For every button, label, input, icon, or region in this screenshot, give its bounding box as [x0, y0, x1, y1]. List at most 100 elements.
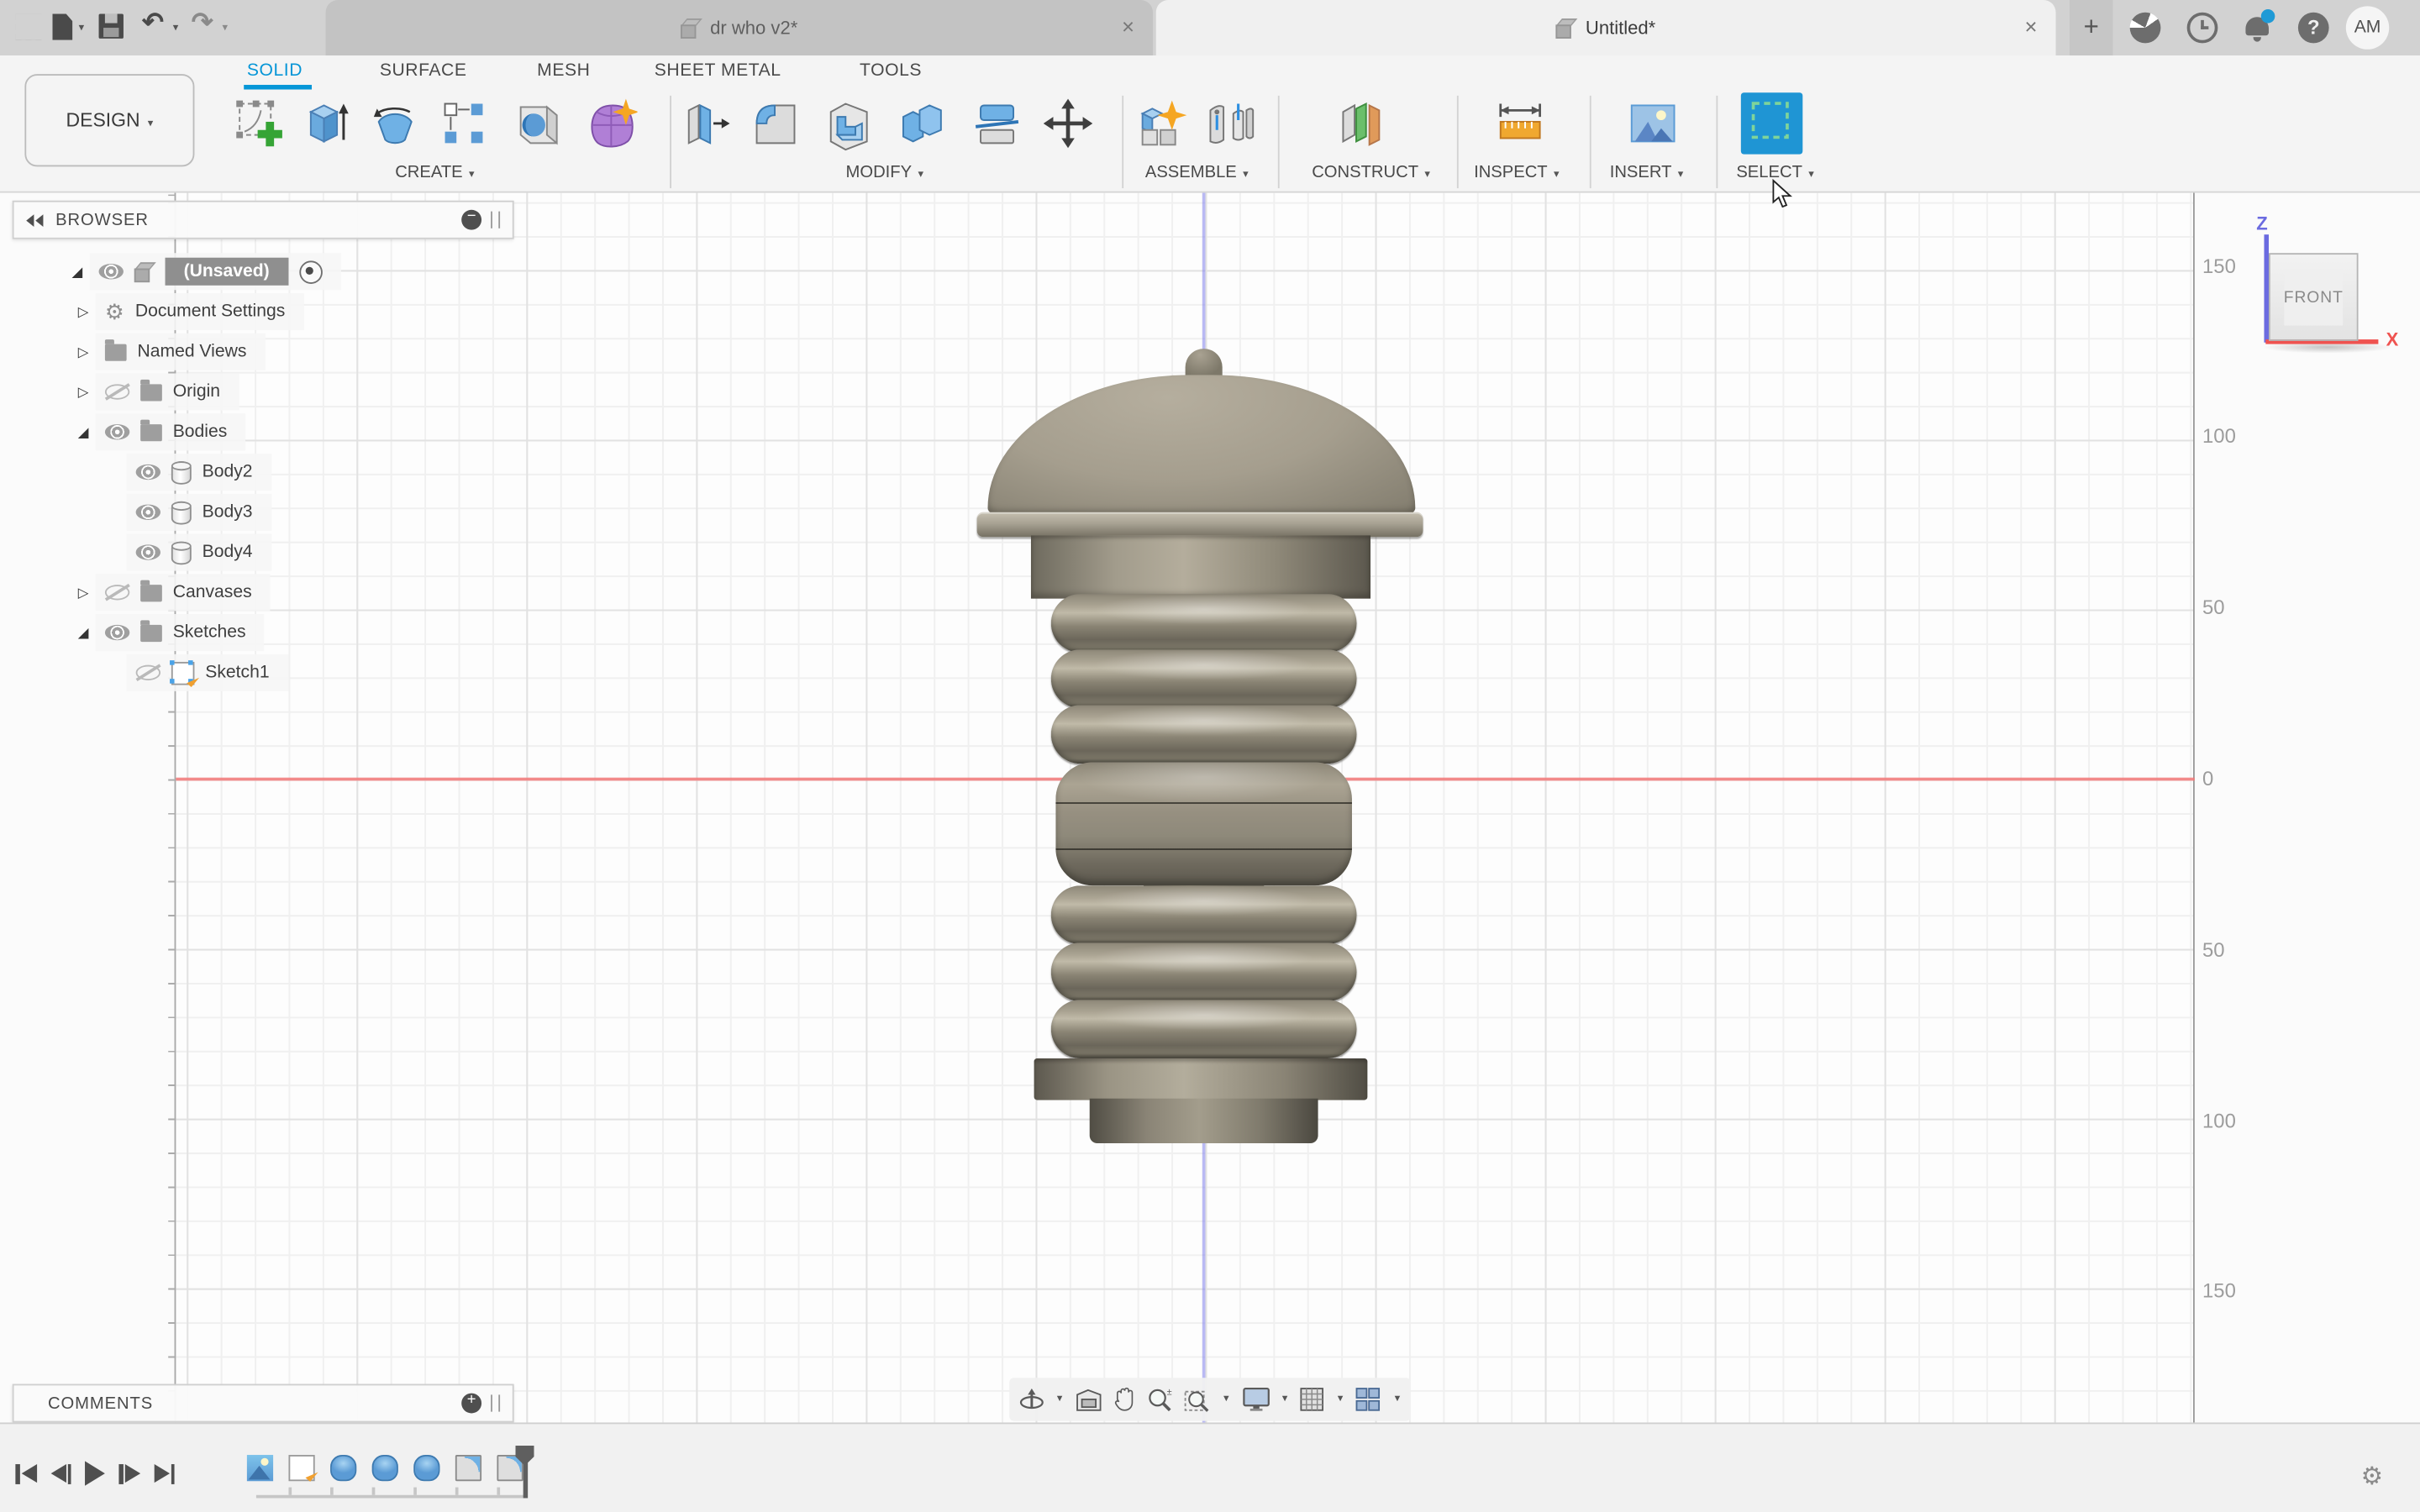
timeline-revolve-feature[interactable]	[372, 1455, 398, 1481]
browser-header[interactable]: BROWSER	[13, 201, 514, 239]
measure-button[interactable]	[1494, 96, 1546, 151]
add-comment-icon[interactable]	[461, 1394, 481, 1414]
construct-plane-button[interactable]	[1337, 96, 1389, 151]
timeline-revolve-feature[interactable]	[330, 1455, 356, 1481]
viewports-icon[interactable]	[1355, 1387, 1381, 1411]
model-barrel[interactable]	[1055, 762, 1352, 885]
visibility-eye-icon[interactable]	[136, 505, 160, 520]
step-back-button[interactable]	[50, 1463, 71, 1483]
pan-hand-icon[interactable]	[1112, 1387, 1135, 1411]
document-tab-active[interactable]: Untitled* ×	[1156, 0, 2056, 55]
grid-settings-icon[interactable]	[1300, 1387, 1324, 1411]
group-label-assemble[interactable]: ASSEMBLE	[1145, 164, 1249, 182]
tree-row-named-views[interactable]: ▷ Named Views	[74, 332, 513, 372]
visibility-eye-icon[interactable]	[136, 544, 160, 559]
tree-row-label[interactable]: Sketches	[173, 623, 246, 642]
collapsed-icon[interactable]: ▷	[74, 584, 92, 601]
expanded-icon[interactable]: ◢	[74, 423, 92, 440]
timeline-canvas-feature[interactable]	[247, 1455, 273, 1481]
hole-button[interactable]	[511, 96, 563, 151]
caret-down-icon[interactable]: ▼	[1393, 1394, 1402, 1404]
tree-row-origin[interactable]: ▷ Origin	[74, 372, 513, 412]
caret-down-icon[interactable]: ▼	[1281, 1394, 1290, 1404]
redo-icon[interactable]: ↷	[192, 9, 213, 35]
orbit-icon[interactable]	[1018, 1386, 1044, 1412]
timeline-marker-bar[interactable]	[523, 1462, 529, 1498]
look-at-icon[interactable]	[1075, 1388, 1101, 1411]
activate-component-radio[interactable]	[299, 260, 323, 283]
extensions-icon[interactable]	[2130, 13, 2161, 44]
create-form-button[interactable]	[585, 96, 637, 151]
tree-row-label[interactable]: Body3	[203, 503, 253, 522]
group-label-create[interactable]: CREATE	[395, 164, 474, 182]
visibility-off-eye-icon[interactable]	[105, 384, 129, 399]
close-tab-icon[interactable]: ×	[1122, 14, 1134, 39]
tree-row-label[interactable]: Body4	[203, 543, 253, 562]
file-menu-icon[interactable]	[52, 14, 72, 40]
collapsed-icon[interactable]: ▷	[74, 383, 92, 400]
tree-row-label[interactable]: Bodies	[173, 423, 228, 441]
model-ring[interactable]	[1051, 649, 1357, 708]
app-grid-icon[interactable]	[15, 14, 41, 40]
extrude-button[interactable]	[301, 96, 353, 151]
model-base-flange[interactable]	[1034, 1058, 1368, 1100]
zoom-window-icon[interactable]	[1183, 1386, 1211, 1412]
ribbon-tab-mesh[interactable]: MESH	[537, 61, 590, 80]
collapsed-icon[interactable]: ▷	[74, 344, 92, 360]
workspace-switcher-design[interactable]: DESIGN	[24, 74, 194, 166]
ribbon-tab-sheet-metal[interactable]: SHEET METAL	[655, 61, 781, 80]
tree-row-label[interactable]: Document Settings	[135, 302, 285, 321]
collapse-all-icon[interactable]	[461, 210, 481, 230]
viewport[interactable]: 150 100 50 0 50 100 150 FRONT Z X	[0, 193, 2420, 1423]
zoom-icon[interactable]: ±	[1146, 1386, 1172, 1412]
viewcube-front-face[interactable]: FRONT	[2284, 269, 2343, 326]
tree-row-label[interactable]: Sketch1	[205, 664, 269, 682]
fillet-button[interactable]	[749, 96, 801, 151]
split-body-button[interactable]	[971, 96, 1023, 151]
notifications-bell-icon[interactable]	[2243, 13, 2274, 44]
new-component-button[interactable]	[1136, 96, 1188, 151]
new-document-tab-button[interactable]: +	[2070, 0, 2112, 55]
model-brim[interactable]	[977, 512, 1423, 537]
timeline-fillet-feature[interactable]	[455, 1455, 481, 1481]
group-label-modify[interactable]: MODIFY	[846, 164, 923, 182]
tree-row-label[interactable]: Origin	[173, 383, 220, 402]
display-settings-icon[interactable]	[1242, 1387, 1270, 1411]
tree-row-canvases[interactable]: ▷ Canvases	[74, 572, 513, 612]
caret-down-icon[interactable]: ▾	[173, 22, 178, 34]
timeline-revolve-feature[interactable]	[413, 1455, 439, 1481]
save-icon[interactable]	[99, 14, 124, 39]
pattern-button[interactable]	[437, 96, 489, 151]
expanded-icon[interactable]: ◢	[74, 624, 92, 641]
job-status-clock-icon[interactable]	[2187, 13, 2218, 44]
group-label-construct[interactable]: CONSTRUCT	[1312, 164, 1430, 182]
expanded-icon[interactable]: ◢	[68, 263, 87, 280]
tree-row-body4[interactable]: Body4	[127, 533, 514, 573]
ribbon-tab-tools[interactable]: TOOLS	[860, 61, 922, 80]
viewcube[interactable]: FRONT	[2269, 253, 2359, 341]
timeline-sketch-feature[interactable]	[288, 1455, 314, 1481]
panel-grip-icon[interactable]	[491, 212, 500, 228]
combine-button[interactable]	[897, 96, 949, 151]
collapse-panel-icon[interactable]	[26, 213, 43, 226]
close-tab-icon[interactable]: ×	[2024, 14, 2037, 39]
preferences-gear-icon[interactable]: ⚙	[2361, 1461, 2383, 1492]
ribbon-tab-surface[interactable]: SURFACE	[380, 61, 467, 80]
caret-down-icon[interactable]: ▾	[79, 22, 84, 34]
insert-image-button[interactable]	[1627, 96, 1679, 151]
tree-row-label[interactable]: Named Views	[137, 343, 246, 361]
move-copy-button[interactable]	[1042, 96, 1094, 151]
caret-down-icon[interactable]: ▾	[222, 22, 227, 34]
tree-row-sketch1[interactable]: Sketch1	[127, 653, 514, 693]
caret-down-icon[interactable]: ▼	[1055, 1394, 1065, 1404]
model-foot[interactable]	[1090, 1099, 1318, 1143]
visibility-off-eye-icon[interactable]	[136, 665, 160, 680]
model-collar[interactable]	[1031, 535, 1370, 598]
visibility-eye-icon[interactable]	[99, 264, 124, 279]
model-ring[interactable]	[1051, 594, 1357, 653]
shell-button[interactable]	[823, 96, 875, 151]
visibility-eye-icon[interactable]	[136, 465, 160, 480]
caret-down-icon[interactable]: ▼	[1222, 1394, 1231, 1404]
step-forward-button[interactable]	[118, 1463, 139, 1483]
tree-row-sketches[interactable]: ◢ Sketches	[74, 612, 513, 653]
